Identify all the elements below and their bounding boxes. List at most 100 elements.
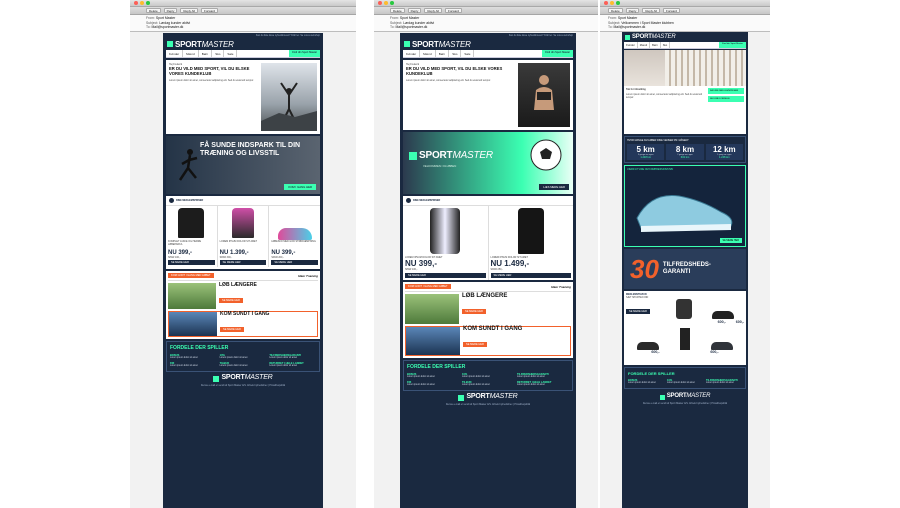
logo-mark-icon xyxy=(404,41,410,47)
offer-price: 600,- xyxy=(717,320,726,324)
stat-card: 5 km 3 gange om ugen 1.248 km xyxy=(627,144,665,160)
article-1-button[interactable]: SE MERE HER xyxy=(219,298,243,304)
hero-images xyxy=(624,50,746,86)
benefit-text: Lorem ipsum dolor sit amet xyxy=(170,365,198,368)
nav-kvinder[interactable]: Kvinder xyxy=(166,50,184,57)
nav-kvinder[interactable]: Kvinder xyxy=(403,50,421,57)
forward-button[interactable]: Forward xyxy=(201,8,219,13)
article-image-winter xyxy=(406,327,460,356)
product-thumb xyxy=(676,299,692,319)
nav-boern[interactable]: Børn xyxy=(436,50,450,57)
mail-window-1: Delete Reply Reply All Forward From: Spo… xyxy=(130,0,356,508)
product-card[interactable]: LØBESKO MED GOD STØDDÆMPNING NU 399,- SP… xyxy=(269,206,320,267)
partner-panel: KOM GODT I GANG MED LØBET Idéer Træning … xyxy=(403,282,573,359)
see-more-button[interactable]: SE MERE HER xyxy=(271,260,319,266)
delete-button[interactable]: Delete xyxy=(390,8,405,13)
offer-price: 600,- xyxy=(710,350,719,354)
article-image-winter xyxy=(169,312,217,337)
forward-button[interactable]: Forward xyxy=(445,8,463,13)
nav-sale[interactable]: Sale xyxy=(224,50,238,57)
article-title-2: KOM SUNDT I GANG xyxy=(220,311,270,318)
zoom-icon[interactable] xyxy=(390,1,394,5)
minimize-icon[interactable] xyxy=(384,1,388,5)
nav-kvinder[interactable]: Kvinder xyxy=(624,42,638,48)
top-image xyxy=(232,208,254,238)
product-price: NU 1.499,- xyxy=(490,259,530,269)
close-icon[interactable] xyxy=(134,1,138,5)
nav-sko[interactable]: Sko xyxy=(661,42,671,48)
nav-boern[interactable]: Børn xyxy=(650,42,661,48)
nav-maend[interactable]: Mænd xyxy=(183,50,199,57)
nav-maend[interactable]: Mænd xyxy=(638,42,651,48)
nav-sale[interactable]: Sale xyxy=(461,50,475,57)
see-more-button[interactable]: SE MERE HER xyxy=(168,260,215,266)
reply-button[interactable]: Reply xyxy=(163,8,178,13)
stat-total: 632 km xyxy=(680,156,690,159)
product-card[interactable]: LOREM IPSUM DOLOR SIT AMET NU 1.499,- SP… xyxy=(489,206,574,280)
main-nav: Kvinder Mænd Børn Sko Sale Find din Spor… xyxy=(403,50,573,58)
article-title-1: LØB LÆNGERE xyxy=(219,282,257,289)
mail-headers: From: Sport Master Subject: Velkommen i … xyxy=(600,15,770,32)
product-name: LOREM IPSUM DOLOR SIT AMET xyxy=(219,240,258,243)
close-icon[interactable] xyxy=(604,1,608,5)
delete-button[interactable]: Delete xyxy=(608,8,623,13)
delete-button[interactable]: Delete xyxy=(146,8,161,13)
see-more-button[interactable]: SE MERE HER xyxy=(490,273,571,279)
forward-button[interactable]: Forward xyxy=(663,8,681,13)
reply-button[interactable]: Reply xyxy=(625,8,640,13)
shoe-see-more-button[interactable]: SE MERE HER xyxy=(719,238,742,243)
hero-panel: Hej Frederik ER DU VILD MED SPORT, VIL D… xyxy=(403,60,573,130)
benefit-text: Lorem ipsum dolor sit amet xyxy=(407,376,435,379)
footer-text: Denne e-mail er sendt af Sport Master A/… xyxy=(200,384,286,388)
zoom-icon[interactable] xyxy=(616,1,620,5)
nav-boern[interactable]: Børn xyxy=(199,50,213,57)
get-started-button[interactable]: KOM I GANG HER xyxy=(284,184,316,190)
to-row: To: Mail@sportmaster.dk xyxy=(146,25,184,30)
minimize-icon[interactable] xyxy=(610,1,614,5)
product-card[interactable]: LOREM IPSUM DOLOR SIT AMET NU 1.399,- SP… xyxy=(218,206,270,268)
benefits-button[interactable]: SE DINE FORDELE xyxy=(708,96,744,102)
nav-sko[interactable]: Sko xyxy=(449,50,462,57)
see-more-button[interactable]: SE MERE HER xyxy=(219,260,267,266)
guarantee-banner[interactable]: 30 TILFREDSHEDS-GARANTI xyxy=(624,249,746,289)
offers-see-more-button[interactable]: SE MERE HER xyxy=(626,309,650,315)
article-title-2: KOM SUNDT I GANG xyxy=(463,326,523,333)
minimize-icon[interactable] xyxy=(140,1,144,5)
reply-button[interactable]: Reply xyxy=(407,8,422,13)
newsletter: Kan du ikke læse nyhedsbrevet? Klik her.… xyxy=(400,33,576,508)
members-title: DINE MEDLEMSPRISER xyxy=(176,198,204,202)
zoom-icon[interactable] xyxy=(146,1,150,5)
footer: SPORTMASTER Denne e-mail er sendt af Spo… xyxy=(400,393,576,408)
close-icon[interactable] xyxy=(378,1,382,5)
mail-toolbar: Delete Reply Reply All Forward xyxy=(130,7,356,15)
logo: SPORTMASTER xyxy=(163,38,323,50)
member-prices-button[interactable]: FÅ DINE MEDLEMSPRISER xyxy=(708,88,744,94)
stat-km: 8 km xyxy=(675,145,695,154)
nav-maend[interactable]: Mænd xyxy=(420,50,436,57)
find-store-button[interactable]: Find din Sport Master xyxy=(289,50,320,57)
newsletter: Kan du ikke læse nyhedsbrevet? Klik her.… xyxy=(163,33,323,508)
hero-jumper-image xyxy=(261,63,317,131)
football-icon xyxy=(530,139,562,171)
shoe-panel[interactable]: VÆRD AT VIDE OM KOMPRESSIONSTØJ SE MERE … xyxy=(624,165,746,247)
offers-subtitle: SÆT SPURTEN IND xyxy=(626,296,649,300)
article-2-button[interactable]: SE MERE HER xyxy=(220,327,244,333)
product-card[interactable]: LOREM IPSUM DOLOR SIT AMET NU 399,- SPAR… xyxy=(403,206,489,281)
benefits-title: FORDELE DER SPILLER xyxy=(407,364,466,371)
members-icon xyxy=(169,198,174,203)
read-more-button[interactable]: LÆS MERE HER xyxy=(539,184,569,190)
article-2-button[interactable]: SE MERE HER xyxy=(463,342,487,348)
find-store-button[interactable]: Find din Sport Master xyxy=(719,42,746,48)
benefit-text: Lorem ipsum dolor sit amet xyxy=(170,357,198,360)
reply-all-button[interactable]: Reply All xyxy=(642,8,661,13)
see-more-button[interactable]: SE MERE HER xyxy=(405,273,486,279)
find-store-button[interactable]: Find din Sport Master xyxy=(542,50,573,57)
nav-sko[interactable]: Sko xyxy=(212,50,225,57)
hero-panel: Hej Frederik ER DU VILD MED SPORT, VIL D… xyxy=(166,60,320,134)
product-card[interactable]: KOMPLET JAKKE OG HERRE LØBEPARKA NU 399,… xyxy=(166,206,218,268)
reply-all-button[interactable]: Reply All xyxy=(180,8,199,13)
banner-training[interactable]: FÅ SUNDE INDSPARK TIL DIN TRÆNING OG LIV… xyxy=(166,136,320,194)
reply-all-button[interactable]: Reply All xyxy=(424,8,443,13)
article-1-button[interactable]: SE MERE HER xyxy=(462,309,486,315)
banner-welcome[interactable]: SPORTMASTER VELKOMMEN I KLUBBEN LÆS MERE… xyxy=(403,132,573,194)
